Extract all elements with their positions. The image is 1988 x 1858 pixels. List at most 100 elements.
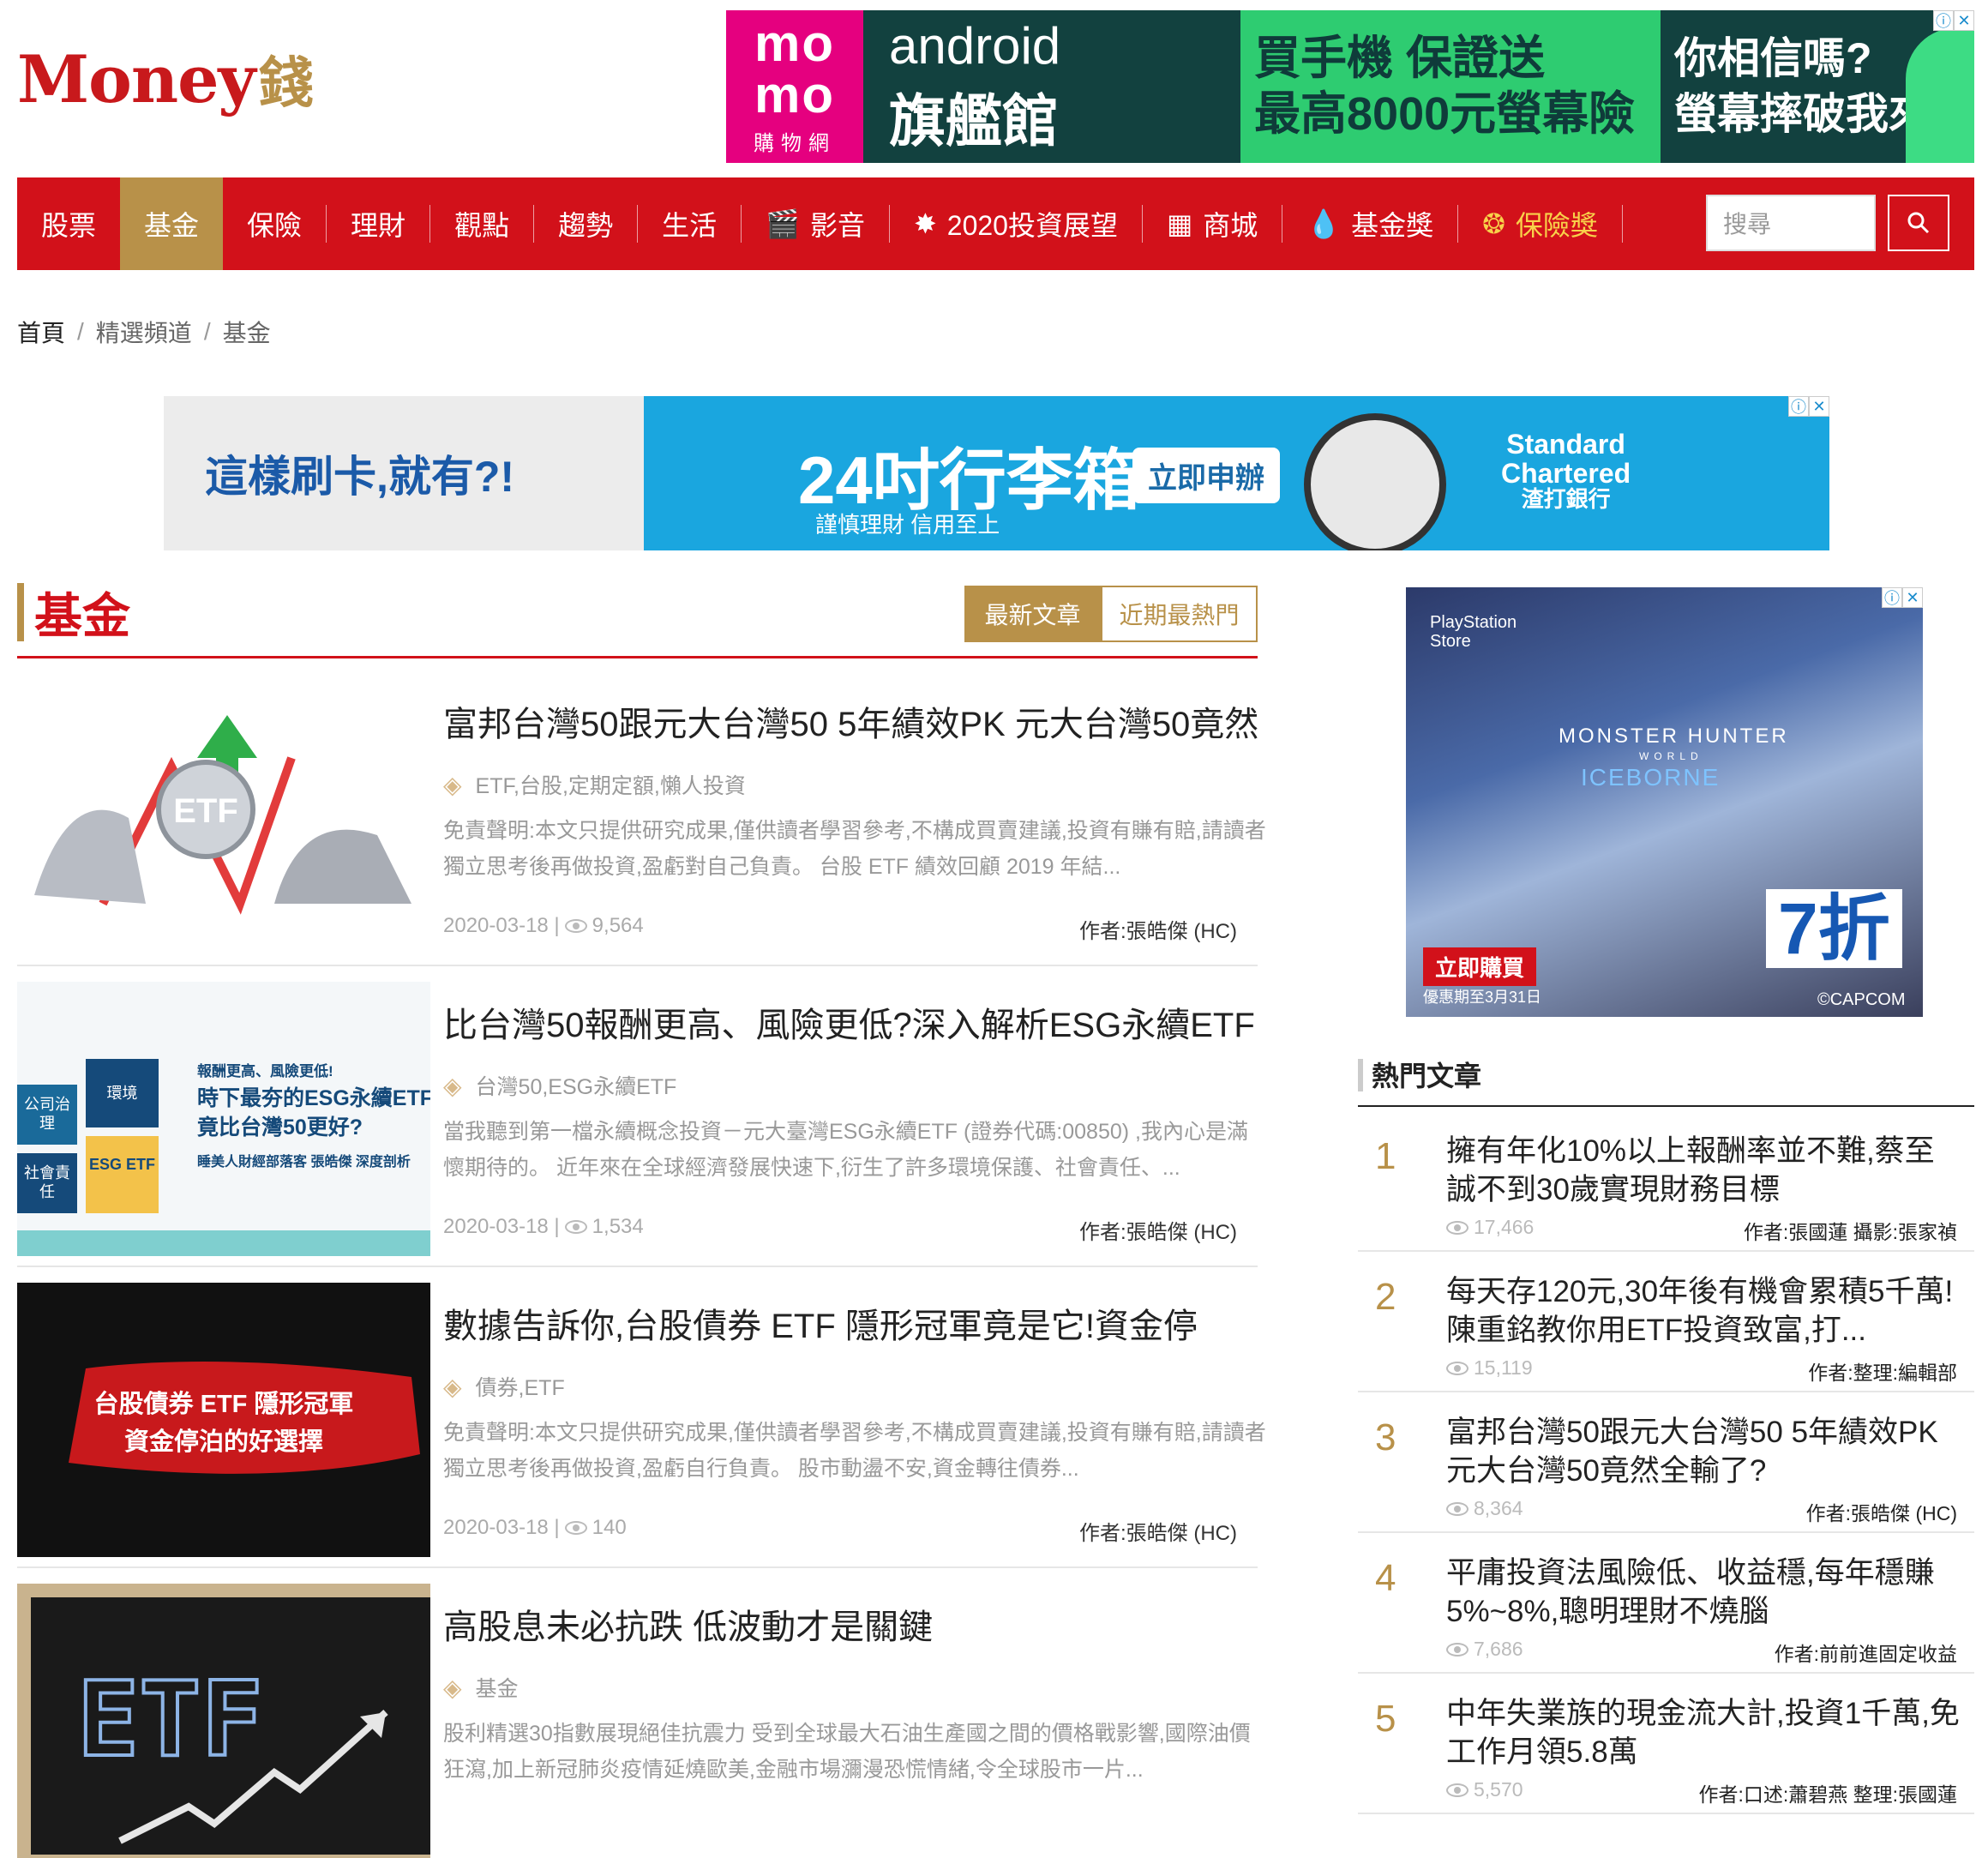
article-thumbnail[interactable]: ETF [17,681,430,955]
article-title[interactable]: 富邦台灣50跟元大台灣50 5年績效PK 元大台灣50竟然 [443,696,1258,746]
eye-icon [564,919,587,933]
ad-green1: 買手機 保證送 [1254,33,1546,85]
hot-title[interactable]: 中年失業族的現金流大計,投資1千萬,免工作月領5.8萬 [1446,1694,1961,1771]
article-author: 作者:張皓傑 (HC) [1079,1522,1237,1545]
ad-controls: ⓘ ✕ [1882,587,1923,608]
article-item[interactable]: 台股債券 ETF 隱形冠軍 資金停泊的好選擇 數據告訴你,台股債券 ETF 隱形… [17,1283,1266,1568]
ad-subline: 謹慎理財 信用至上 [815,512,1000,538]
nav-item-funds[interactable]: 基金 [120,177,224,270]
tags-text[interactable]: 債券,ETF [476,1371,565,1402]
article-item[interactable]: ETF 高股息未必抗跌 低波動才是關鍵 ◈ 基金 股利精選30指數展現絕佳抗震力 … [17,1584,1258,1858]
ad-green2: 最高8000元螢幕險 [1254,88,1636,140]
ad-apply-button[interactable]: 立即申辦 [1132,448,1280,503]
store-icon: ▦ [1166,208,1193,239]
article-divider [17,1566,1258,1568]
ad-close-icon[interactable]: ✕ [1954,10,1974,31]
ad-info-icon[interactable]: ⓘ [1882,587,1902,608]
thumb-line2: 資金停泊的好選擇 [123,1428,323,1456]
ad-android-block: android 旗艦館 [863,10,1240,163]
article-item[interactable]: 公司治理 環境 社會責任 ESG ETF 報酬更高、風險更低! 時下最夯的ESG… [17,982,1258,1267]
nav-item-opinion[interactable]: 觀點 [430,177,533,270]
ad-controls: ⓘ ✕ [1933,10,1974,31]
hot-article-item[interactable]: 3 富邦台灣50跟元大台灣50 5年績效PK 元大台灣50竟然全輸了? 8,36… [1358,1396,1974,1536]
hot-author: 作者:張國蓮 攝影:張家禎 [1743,1221,1957,1243]
nav-item-outlook[interactable]: ✸ 2020投資展望 [890,177,1142,270]
article-title[interactable]: 數據告訴你,台股債券 ETF 隱形冠軍竟是它!資金停 [443,1298,1198,1348]
hot-rank: 4 [1375,1557,1396,1599]
hot-title[interactable]: 擁有年化10%以上報酬率並不難,蔡至誠不到30歲實現財務目標 [1446,1132,1961,1209]
tab-popular[interactable]: 近期最熱門 [1101,586,1258,642]
tab-latest[interactable]: 最新文章 [964,586,1101,642]
breadcrumb-home[interactable]: 首頁 [17,315,65,349]
hot-title[interactable]: 平庸投資法風險低、收益穩,每年穩賺5%~8%,聰明理財不燒腦 [1446,1554,1961,1631]
nav-item-insurance[interactable]: 保險 [223,177,326,270]
ad-buy-button[interactable]: 立即購買 [1423,947,1537,986]
hot-article-item[interactable]: 5 中年失業族的現金流大計,投資1千萬,免工作月領5.8萬 5,570 作者:口… [1358,1677,1974,1817]
nav-item-trends[interactable]: 趨勢 [534,177,637,270]
ad-close-icon[interactable]: ✕ [1902,587,1923,608]
hot-article-item[interactable]: 2 每天存120元,30年後有機會累積5千萬!陳重銘教你用ETF投資致富,打..… [1358,1255,1974,1395]
article-thumbnail[interactable]: 台股債券 ETF 隱形冠軍 資金停泊的好選擇 [17,1283,430,1557]
tags-text[interactable]: 台灣50,ESG永續ETF [476,1070,677,1101]
hot-rank: 2 [1375,1276,1396,1318]
article-thumbnail[interactable]: ETF [17,1584,430,1858]
nav-label: 觀點 [454,210,510,241]
nav-item-life[interactable]: 生活 [638,177,741,270]
thumb-line3: 竟比台灣50更好? [197,1115,363,1139]
article-meta: 2020-03-18 | 140 [443,1516,627,1540]
eye-icon [1446,1642,1468,1657]
article-item[interactable]: ETF 富邦台灣50跟元大台灣50 5年績效PK 元大台灣50竟然 ◈ ETF,台… [17,681,1266,966]
suitcase-lens-image [1304,413,1446,550]
tags-text[interactable]: ETF,台股,定期定額,懶人投資 [476,769,746,800]
article-views: 9,564 [592,914,644,937]
site-logo[interactable]: Money錢 [17,47,314,112]
nav-item-store[interactable]: ▦ 商城 [1143,177,1282,270]
nav-label: 保險獎 [1515,210,1598,241]
ad-deal-text: 優惠期至3月31日 [1423,989,1542,1006]
hot-article-item[interactable]: 4 平庸投資法風險低、收益穩,每年穩賺5%~8%,聰明理財不燒腦 7,686 作… [1358,1536,1974,1676]
article-thumbnail[interactable]: 公司治理 環境 社會責任 ESG ETF 報酬更高、風險更低! 時下最夯的ESG… [17,982,430,1256]
hot-item-divider [1358,1391,1974,1392]
eye-icon [1446,1220,1468,1235]
side-banner-ad[interactable]: PlayStation Store MONSTER HUNTER WORLD I… [1406,587,1923,1017]
article-views: 1,534 [592,1215,644,1238]
ad-brand: Standard Chartered 渣打銀行 [1501,430,1631,511]
ad-controls: ⓘ ✕ [1788,396,1829,417]
hot-article-item[interactable]: 1 擁有年化10%以上報酬率並不難,蔡至誠不到30歲實現財務目標 17,466 … [1358,1115,1974,1254]
tags-text[interactable]: 基金 [476,1672,519,1703]
top-banner-ad[interactable]: mo mo 購物網 android 旗艦館 買手機 保證送 最高8000元螢幕險… [726,10,1974,163]
article-tags: ◈ ETF,台股,定期定額,懶人投資 [443,769,746,800]
hot-title[interactable]: 富邦台灣50跟元大台灣50 5年績效PK 元大台灣50竟然全輸了? [1446,1413,1961,1490]
nav-item-finance[interactable]: 理財 [327,177,429,270]
section-accent-bar [17,583,24,641]
nav-item-insurance-award[interactable]: ❂ 保險獎 [1458,177,1622,270]
hot-divider [1358,1105,1974,1107]
eye-icon [1446,1361,1468,1375]
nav-item-fund-award[interactable]: 💧 基金獎 [1282,177,1457,270]
ad-info-icon[interactable]: ⓘ [1788,396,1809,417]
thumb-line2: 時下最夯的ESG永續ETF [197,1086,430,1110]
eye-icon [1446,1783,1468,1797]
mid-banner-ad[interactable]: 這樣刷卡,就有?! 24吋行李箱 謹慎理財 信用至上 立即申辦 Standard… [164,396,1829,550]
search-button[interactable] [1888,195,1949,251]
brand-en: Standard Chartered [1501,429,1631,489]
nav-item-video[interactable]: 🎬 影音 [742,177,889,270]
article-title[interactable]: 高股息未必抗跌 低波動才是關鍵 [443,1599,933,1649]
search-input[interactable]: 搜尋 [1706,195,1876,251]
article-title[interactable]: 比台灣50報酬更高、風險更低?深入解析ESG永續ETF [443,997,1255,1047]
nav-label: 趨勢 [558,210,614,241]
hot-author: 作者:前前進固定收益 [1774,1643,1957,1665]
article-meta: 2020-03-18 | 9,564 [443,914,644,938]
nav-item-stocks[interactable]: 股票 [17,177,120,270]
hot-title[interactable]: 每天存120元,30年後有機會累積5千萬!陳重銘教你用ETF投資致富,打... [1446,1272,1961,1350]
nav-label: 生活 [662,210,718,241]
thumb-floor [17,1230,430,1256]
ad-line1: android [889,16,1061,75]
hot-views-count: 17,466 [1474,1216,1535,1238]
ad-game-subtitle: ICEBORNE [1581,764,1721,791]
ad-info-icon[interactable]: ⓘ [1933,10,1954,31]
breadcrumb-channels[interactable]: 精選頻道 [96,315,192,349]
star-icon: ✸ [913,208,937,239]
ad-close-icon[interactable]: ✕ [1809,396,1829,417]
section-title: 基金 [34,589,130,643]
